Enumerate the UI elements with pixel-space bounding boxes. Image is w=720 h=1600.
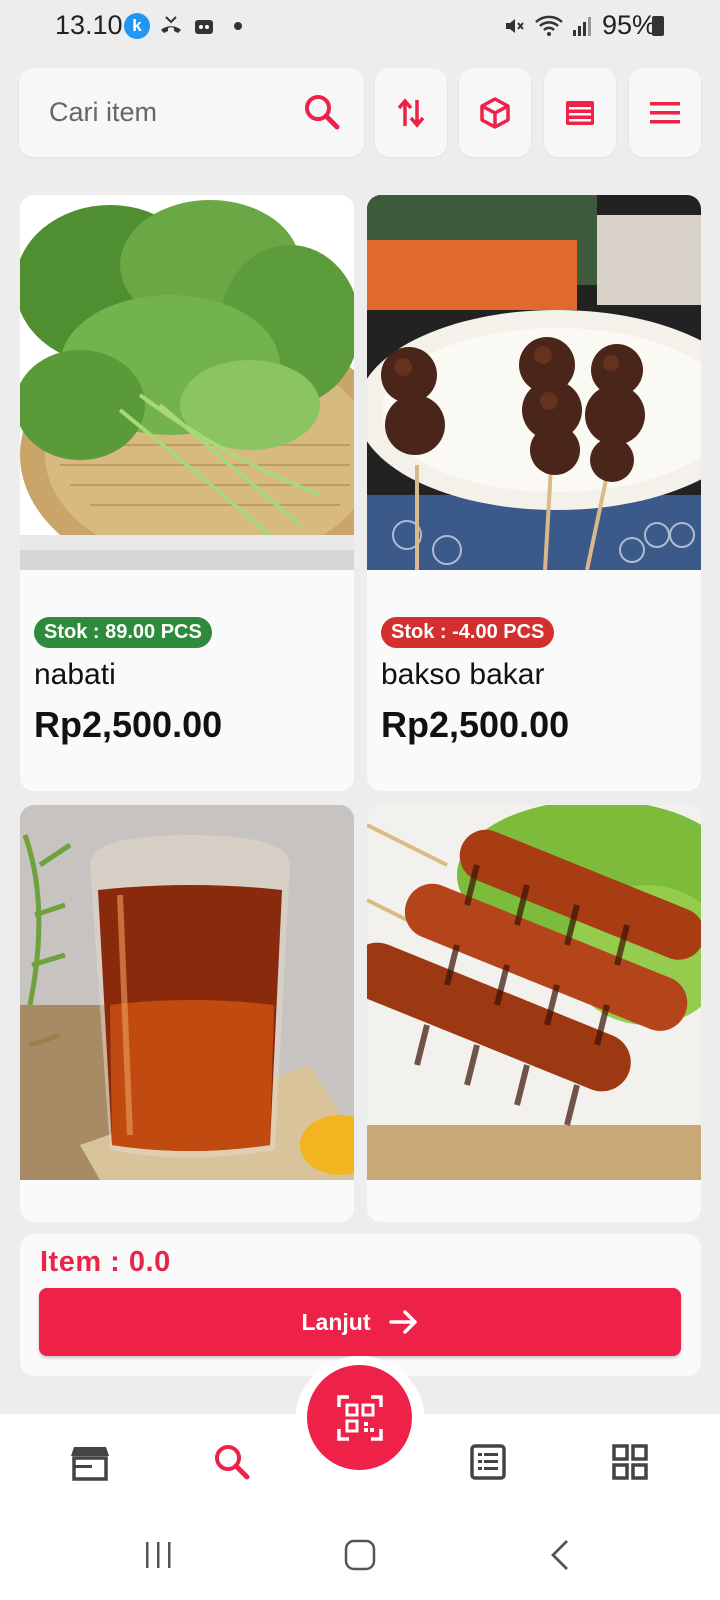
notification-dot-icon <box>234 22 242 30</box>
search-icon[interactable] <box>302 92 342 132</box>
item-count: Item : 0.0 <box>40 1246 171 1278</box>
nav-apps[interactable] <box>608 1440 652 1484</box>
product-name: bakso bakar <box>381 658 545 691</box>
robot-app-icon <box>195 20 213 34</box>
home-button[interactable] <box>340 1535 380 1575</box>
nav-search[interactable] <box>210 1440 254 1484</box>
store-icon <box>71 1447 109 1481</box>
product-grid: Stok : 89.00 PCS nabati Rp2,500.00 Stok … <box>20 195 701 1222</box>
battery-percentage: 95% <box>601 10 656 40</box>
product-name: nabati <box>34 658 116 691</box>
product-card[interactable]: Stok : -4.00 PCS bakso bakar Rp2,500.00 <box>367 195 701 791</box>
recent-apps-button[interactable] <box>140 1535 176 1575</box>
nav-store[interactable] <box>68 1440 112 1484</box>
qr-scan-button[interactable] <box>307 1365 412 1470</box>
order-summary-panel: Item : 0.0 Lanjut <box>20 1234 701 1376</box>
stock-badge: Stok : 89.00 PCS <box>34 617 212 648</box>
search-input[interactable] <box>49 97 279 128</box>
search-icon <box>215 1445 250 1480</box>
box-icon <box>480 96 510 129</box>
menu-button[interactable] <box>629 68 701 157</box>
product-price: Rp2,500.00 <box>381 704 570 745</box>
grid-apps-icon <box>612 1444 648 1480</box>
continue-button[interactable]: Lanjut <box>39 1288 681 1356</box>
report-list-icon <box>470 1444 506 1480</box>
product-photo-leafy-greens <box>20 195 354 570</box>
sort-icon <box>397 97 425 128</box>
mute-icon <box>505 18 524 33</box>
product-card[interactable]: Stok : 89.00 PCS nabati Rp2,500.00 <box>20 195 354 791</box>
list-view-button[interactable] <box>544 68 616 157</box>
nav-report[interactable] <box>466 1440 510 1484</box>
k-app-icon: k <box>124 13 150 39</box>
product-photo-grilled-sausage-skewers <box>367 805 701 1180</box>
list-view-icon <box>566 100 594 125</box>
battery-icon <box>652 16 664 36</box>
arrow-right-icon <box>388 1310 417 1334</box>
product-price: Rp2,500.00 <box>34 704 223 745</box>
search-bar[interactable] <box>19 68 364 157</box>
product-box-button[interactable] <box>459 68 531 157</box>
product-photo-iced-tea-glass <box>20 805 354 1180</box>
missed-call-icon <box>161 16 181 33</box>
stock-badge: Stok : -4.00 PCS <box>381 617 555 648</box>
wifi-icon <box>535 15 563 36</box>
continue-label: Lanjut <box>301 1308 371 1335</box>
product-card[interactable] <box>367 805 701 1222</box>
back-icon <box>551 1540 568 1570</box>
menu-icon <box>650 101 680 123</box>
signal-icon <box>572 16 591 36</box>
status-time: 13.10 <box>55 10 123 40</box>
back-button[interactable] <box>545 1535 575 1575</box>
status-bar: 13.10 k 95% <box>0 0 720 52</box>
recent-apps-icon <box>146 1542 171 1568</box>
product-card[interactable] <box>20 805 354 1222</box>
product-photo-grilled-meatball-skewers <box>367 195 701 570</box>
qr-scan-icon <box>336 1394 383 1441</box>
sort-button[interactable] <box>375 68 447 157</box>
home-icon <box>344 1539 376 1571</box>
